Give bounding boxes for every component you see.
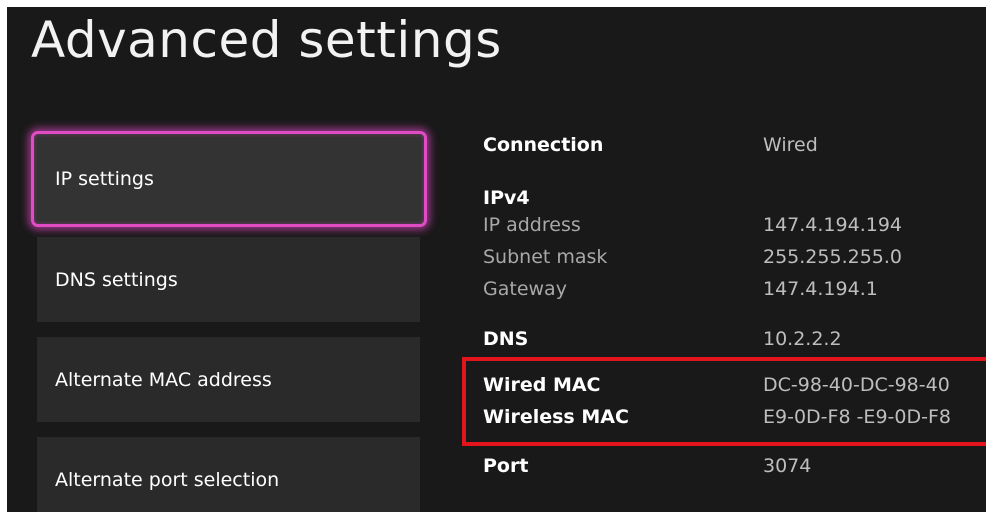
connection-value: Wired [763, 134, 818, 156]
port-row: Port 3074 [7, 455, 986, 485]
subnet-mask-label: Subnet mask [483, 246, 608, 268]
mac-address-highlight-box [462, 357, 986, 446]
subnet-mask-row: Subnet mask 255.255.255.0 [7, 246, 986, 276]
connection-row: Connection Wired [7, 134, 986, 164]
advanced-settings-screen: Advanced settings IP settings DNS settin… [7, 7, 986, 512]
subnet-mask-value: 255.255.255.0 [763, 246, 903, 268]
port-label: Port [483, 455, 529, 477]
gateway-row: Gateway 147.4.194.1 [7, 278, 986, 308]
port-value: 3074 [763, 455, 812, 477]
ipv4-heading: IPv4 [483, 187, 530, 209]
gateway-label: Gateway [483, 278, 567, 300]
ipv4-heading-row: IPv4 [7, 187, 986, 217]
gateway-value: 147.4.194.1 [763, 278, 878, 300]
connection-label: Connection [483, 134, 604, 156]
ip-address-row: IP address 147.4.194.194 [7, 214, 986, 244]
ip-address-value: 147.4.194.194 [763, 214, 903, 236]
dns-value: 10.2.2.2 [763, 328, 842, 350]
dns-row: DNS 10.2.2.2 [7, 328, 986, 358]
page-title: Advanced settings [31, 11, 502, 69]
ip-address-label: IP address [483, 214, 581, 236]
dns-label: DNS [483, 328, 529, 350]
